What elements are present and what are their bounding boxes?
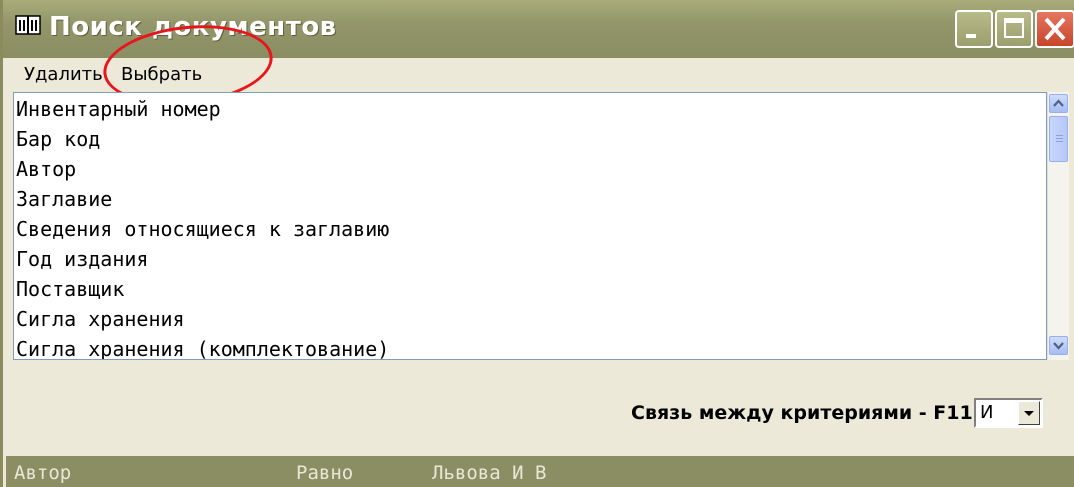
minimize-icon (966, 34, 976, 38)
scroll-down-button[interactable] (1049, 336, 1068, 355)
list-item[interactable]: Сигла хранения (16, 305, 185, 333)
search-documents-window: Поиск документов Удалить Выбрать Инвента… (0, 0, 1074, 487)
scroll-up-button[interactable] (1049, 94, 1068, 113)
list-item[interactable]: Год издания (16, 245, 148, 273)
criteria-list[interactable]: Инвентарный номер Бар код Автор Заглавие… (13, 92, 1047, 360)
criteria-link-select[interactable]: И (974, 398, 1043, 428)
scroll-up-icon (1053, 99, 1064, 107)
dropdown-arrow-icon (1024, 411, 1034, 416)
criteria-link-label: Связь между критериями - F11 (631, 402, 973, 424)
close-button[interactable] (1035, 10, 1074, 48)
list-scrollbar[interactable] (1047, 92, 1069, 360)
list-item[interactable]: Сигла хранения (комплектование) (16, 335, 389, 359)
book-icon (15, 14, 41, 36)
minimize-button[interactable] (955, 10, 993, 48)
list-item[interactable]: Заглавие (16, 185, 112, 213)
dropdown-button[interactable] (1018, 401, 1040, 425)
list-item[interactable]: Сведения относящиеся к заглавию (16, 215, 389, 243)
close-icon (1044, 17, 1066, 41)
scroll-thumb[interactable] (1049, 116, 1068, 162)
status-operator: Равно (296, 462, 354, 484)
list-item[interactable]: Поставщик (16, 275, 124, 303)
status-value: Львова И В (432, 462, 547, 484)
list-item[interactable]: Инвентарный номер (16, 95, 221, 123)
status-bar: Автор Равно Львова И В (6, 456, 1074, 487)
menu-delete[interactable]: Удалить (24, 64, 103, 85)
criteria-link-value: И (980, 402, 994, 423)
status-field: Автор (14, 462, 72, 484)
list-item[interactable]: Бар код (16, 125, 100, 153)
list-item[interactable]: Автор (16, 155, 76, 183)
maximize-icon (1004, 18, 1024, 38)
maximize-button[interactable] (995, 10, 1033, 48)
scroll-down-icon (1053, 342, 1064, 350)
